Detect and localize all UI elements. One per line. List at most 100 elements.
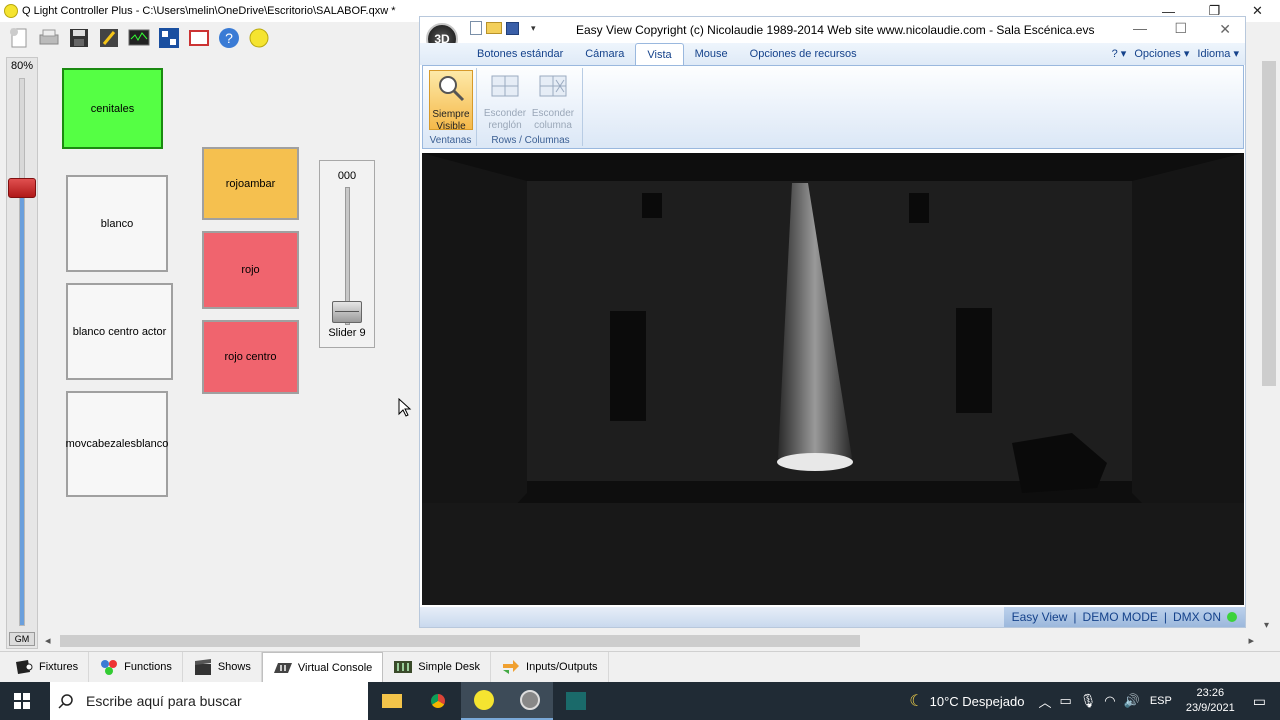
scroll-left-icon[interactable]: ◂: [45, 634, 51, 647]
tab-label: Simple Desk: [418, 661, 481, 673]
grand-master-value: 80%: [10, 60, 34, 72]
chevron-up-icon[interactable]: ︿: [1038, 692, 1051, 711]
chrome-icon[interactable]: [415, 682, 461, 720]
window-title: Q Light Controller Plus - C:\Users\melin…: [22, 5, 396, 17]
help-icon[interactable]: ?: [216, 25, 242, 51]
status-indicators: Easy View | DEMO MODE | DMX ON: [1003, 607, 1245, 627]
easyview-taskbar-icon[interactable]: [507, 682, 553, 720]
ribbon-right-menu: ? ▾ Opciones ▾ Idioma ▾: [1112, 47, 1239, 60]
status-easyview: Easy View: [1011, 610, 1068, 624]
tab-label: Virtual Console: [297, 661, 373, 674]
microphone-icon[interactable]: 🎙: [1080, 693, 1097, 709]
ev-maximize-button[interactable]: ☐: [1174, 20, 1187, 37]
fixture-icon: [16, 660, 33, 674]
3d-stage-view[interactable]: [422, 153, 1244, 605]
siempre-visible-button[interactable]: Siempre Visible: [429, 70, 473, 132]
horizontal-scroll-thumb[interactable]: [60, 635, 860, 647]
qat-dropdown-icon[interactable]: ▾: [531, 23, 536, 34]
time: 23:26: [1196, 687, 1225, 699]
tab-simple-desk[interactable]: Simple Desk: [383, 652, 492, 682]
open-folder-icon[interactable]: [486, 22, 502, 34]
wifi-icon[interactable]: ◠: [1104, 693, 1115, 709]
new-file-icon[interactable]: [6, 25, 32, 51]
notifications-icon[interactable]: ▭: [1253, 693, 1266, 710]
tab-botones-estandar[interactable]: Botones estándar: [466, 43, 574, 65]
save-icon[interactable]: [66, 25, 92, 51]
ribbon-panel: Siempre Visible Ventanas Esconder rengló…: [422, 65, 1244, 149]
tab-label: Functions: [124, 661, 172, 673]
grand-master-button[interactable]: GM: [9, 632, 35, 646]
tab-label: Inputs/Outputs: [526, 661, 598, 673]
slider-handle[interactable]: [332, 301, 362, 323]
scroll-down-icon[interactable]: ▾: [1264, 620, 1269, 631]
file-explorer-icon[interactable]: [369, 682, 415, 720]
vc-button-blanco[interactable]: blanco: [66, 175, 168, 272]
idioma-menu[interactable]: Idioma ▾: [1197, 47, 1239, 60]
vc-button-rojo-centro[interactable]: rojo centro: [202, 320, 299, 394]
button-label: Esconder renglón: [483, 108, 527, 131]
tab-fixtures[interactable]: Fixtures: [4, 652, 90, 682]
tab-shows[interactable]: Shows: [183, 652, 262, 682]
tab-camara[interactable]: Cámara: [574, 43, 635, 65]
print-icon[interactable]: [36, 25, 62, 51]
help-menu[interactable]: ? ▾: [1112, 47, 1127, 60]
simple-desk-icon: [394, 661, 413, 673]
vertical-scroll-thumb[interactable]: [1262, 61, 1276, 386]
clock[interactable]: 23:26 23/9/2021: [1186, 686, 1235, 716]
group-label: Ventanas: [429, 135, 472, 146]
search-placeholder: Escribe aquí para buscar: [86, 693, 242, 709]
language[interactable]: ESP: [1150, 695, 1172, 707]
vc-button-cenitales[interactable]: cenitales: [62, 68, 163, 149]
virtual-console-icon: [273, 662, 292, 673]
grand-master-slider[interactable]: 80% GM: [6, 57, 38, 649]
inputs-outputs-icon: [503, 660, 520, 674]
monitor-icon[interactable]: [126, 25, 152, 51]
tab-mouse[interactable]: Mouse: [684, 43, 739, 65]
vc-button-rojoambar[interactable]: rojoambar: [202, 147, 299, 220]
functions-icon: [101, 660, 118, 675]
easyview-title: Easy View Copyright (c) Nicolaudie 1989-…: [576, 23, 1095, 37]
vc-button-movcabezalesblanco[interactable]: movcabezalesblanco: [66, 391, 168, 497]
app-taskbar-icon[interactable]: [553, 682, 599, 720]
opciones-menu[interactable]: Opciones ▾: [1134, 47, 1189, 60]
ev-close-button[interactable]: ✕: [1219, 21, 1231, 38]
tab-opciones-recursos[interactable]: Opciones de recursos: [739, 43, 868, 65]
dmx-led-icon: [1227, 612, 1237, 622]
grand-master-track[interactable]: [19, 78, 25, 626]
mouse-cursor-icon: [398, 398, 412, 417]
scroll-right-icon[interactable]: ▸: [1248, 634, 1254, 647]
help-menu-label: ?: [1111, 48, 1118, 60]
windows-start-icon[interactable]: [14, 693, 30, 712]
quick-access-toolbar: ▾: [466, 21, 536, 35]
opciones-menu-label: Opciones: [1134, 48, 1181, 60]
esconder-renglon-button[interactable]: Esconder renglón: [483, 70, 527, 131]
tab-inputs-outputs[interactable]: Inputs/Outputs: [491, 652, 609, 682]
volume-icon[interactable]: 🔊: [1124, 693, 1140, 709]
vc-slider: 000 Slider 9: [319, 160, 375, 348]
weather[interactable]: 10°C Despejado: [930, 694, 1025, 709]
vertical-scrollbar[interactable]: ▾: [1260, 55, 1280, 633]
edit-icon[interactable]: [96, 25, 122, 51]
save-icon[interactable]: [506, 21, 519, 35]
fullscreen-icon[interactable]: [186, 25, 212, 51]
qlc-taskbar-icon[interactable]: [461, 682, 507, 720]
grand-master-handle[interactable]: [8, 177, 36, 198]
bulb-icon[interactable]: [246, 25, 272, 51]
ev-minimize-button[interactable]: —: [1133, 20, 1147, 36]
vc-button-blanco-centro-actor[interactable]: blanco centro actor: [66, 283, 173, 380]
battery-icon[interactable]: ▭: [1059, 693, 1071, 709]
tab-virtual-console[interactable]: Virtual Console: [261, 652, 384, 682]
esconder-columna-button[interactable]: Esconder columna: [531, 70, 575, 131]
tab-functions[interactable]: Functions: [89, 652, 183, 682]
tab-vista[interactable]: Vista: [635, 43, 684, 65]
qlc-app-icon: [4, 4, 18, 18]
new-doc-icon[interactable]: [470, 21, 482, 35]
vc-button-rojo[interactable]: rojo: [202, 231, 299, 309]
easyview-title-bar: ▾ Easy View Copyright (c) Nicolaudie 198…: [420, 17, 1245, 43]
pin-icon: [439, 76, 465, 102]
taskbar-search[interactable]: Escribe aquí para buscar: [50, 682, 368, 720]
grand-master-fill: [20, 188, 24, 625]
qlc-toolbar: ?: [0, 22, 420, 54]
horizontal-scrollbar[interactable]: ◂ ▸: [42, 633, 1260, 649]
address-tool-icon[interactable]: [156, 25, 182, 51]
